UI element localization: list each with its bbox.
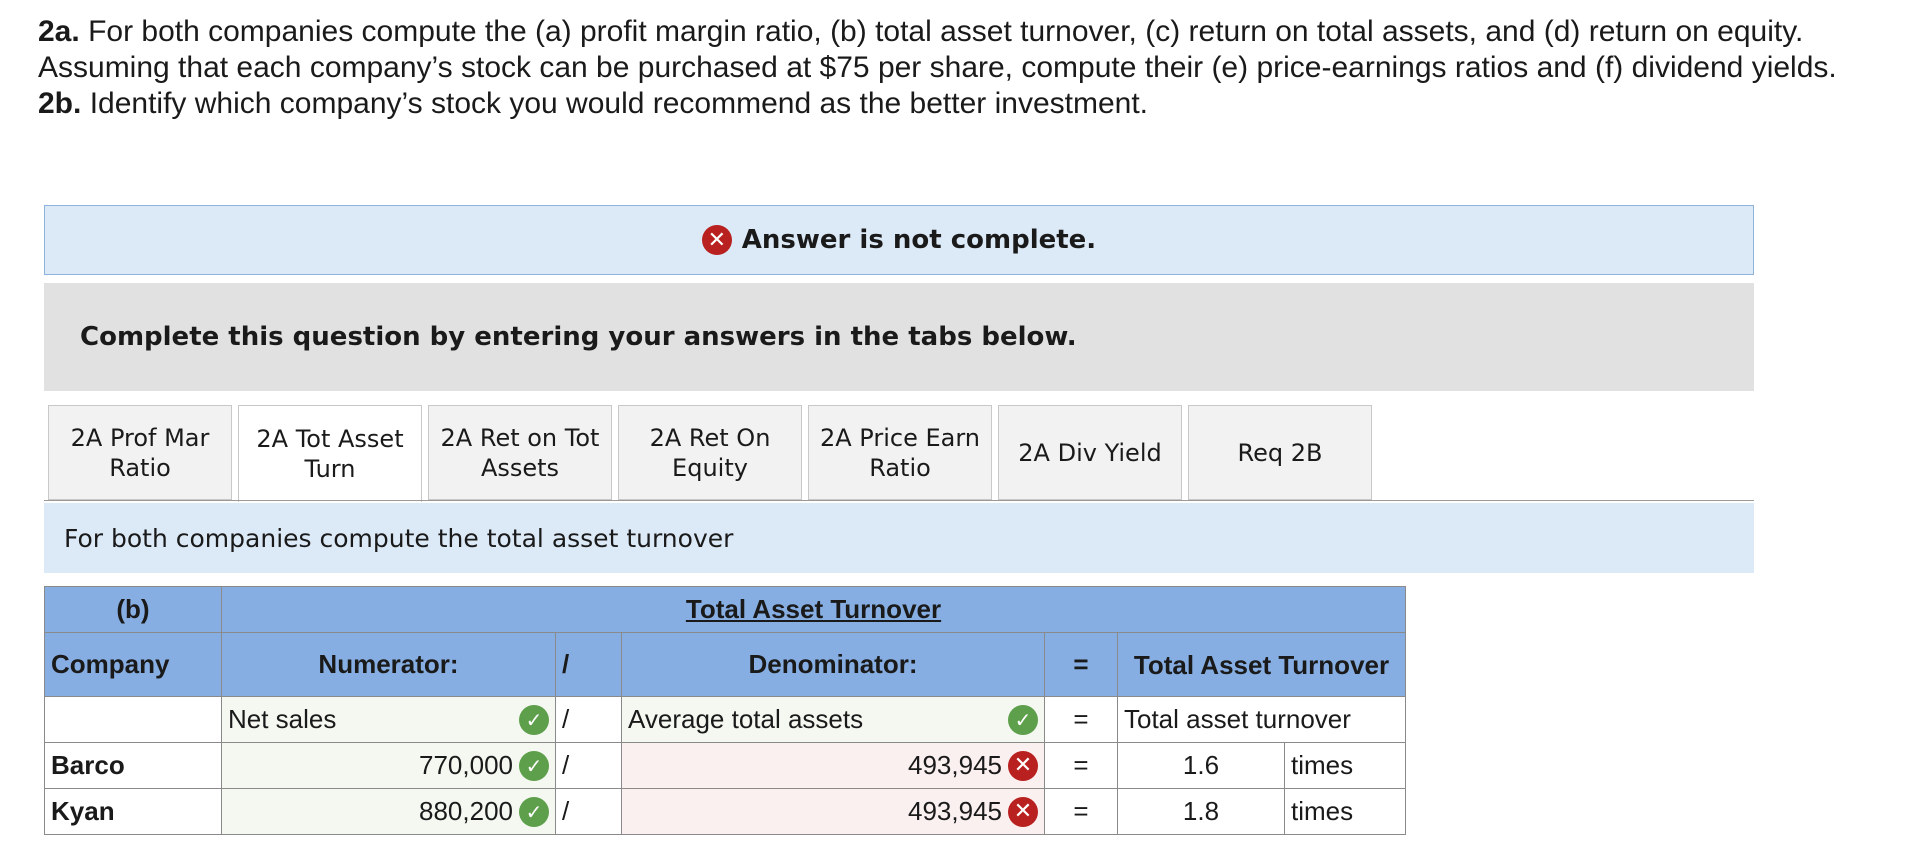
tab-2a-div-yield[interactable]: 2A Div Yield: [998, 405, 1182, 500]
table-title-text: Total Asset Turnover: [685, 594, 942, 624]
tab-label: 2A Price Earn Ratio: [819, 423, 981, 482]
result-value[interactable]: 1.6: [1117, 742, 1285, 789]
tab-description-text: For both companies compute the total ass…: [64, 523, 734, 553]
unit-label: times: [1284, 788, 1406, 835]
numerator-value: 770,000: [419, 750, 513, 780]
header-denominator: Denominator:: [621, 632, 1045, 697]
instruction-text: Complete this question by entering your …: [80, 322, 1077, 352]
divide-sign: /: [555, 788, 622, 835]
tab-label: 2A Tot Asset Turn: [256, 425, 404, 483]
tab-description: For both companies compute the total ass…: [44, 503, 1754, 573]
error-x-icon: ✕: [1008, 750, 1038, 781]
denominator-input[interactable]: 493,945 ✕: [621, 788, 1045, 835]
tab-req-2b[interactable]: Req 2B: [1188, 405, 1372, 500]
error-x-icon: ✕: [1008, 796, 1038, 827]
numerator-label: Net sales: [228, 704, 337, 734]
check-icon: ✓: [519, 704, 549, 735]
check-icon: ✓: [519, 750, 549, 781]
tab-label: 2A Ret On Equity: [649, 423, 771, 482]
asset-turnover-table: (b) Total Asset Turnover Company Numerat…: [44, 586, 1406, 835]
equals-sign: =: [1044, 788, 1118, 835]
question-2a-text: For both companies compute the (a) profi…: [38, 15, 1837, 84]
denominator-label-field[interactable]: Average total assets ✓: [621, 696, 1045, 743]
tab-2a-prof-mar-ratio[interactable]: 2A Prof Mar Ratio: [48, 405, 232, 500]
equals-sign: =: [1044, 696, 1118, 743]
tab-2a-ret-on-tot-assets[interactable]: 2A Ret on Tot Assets: [428, 405, 612, 500]
denominator-label: Average total assets: [628, 704, 864, 734]
error-x-icon: ✕: [701, 225, 732, 255]
tab-label: 2A Ret on Tot Assets: [440, 423, 600, 482]
question-2b: 2b. Identify which company’s stock you w…: [38, 86, 1898, 122]
header-numerator: Numerator:: [221, 632, 556, 697]
question-2a-label: 2a.: [38, 15, 80, 48]
table-row: Net sales ✓ / Average total assets ✓ = Tot…: [44, 696, 1406, 743]
equals-sign: =: [1044, 742, 1118, 789]
question-2b-text: Identify which company’s stock you would…: [89, 87, 1148, 120]
tab-label: Req 2B: [1237, 438, 1323, 467]
numerator-label-field[interactable]: Net sales ✓: [221, 696, 556, 743]
instruction-box: Complete this question by entering your …: [44, 283, 1754, 391]
result-label: Total asset turnover: [1117, 696, 1406, 743]
answer-status-text: Answer is not complete.: [741, 225, 1097, 255]
unit-label: times: [1284, 742, 1406, 789]
tab-2a-ret-on-equity[interactable]: 2A Ret On Equity: [618, 405, 802, 500]
header-divide: /: [555, 632, 622, 697]
numerator-input[interactable]: 770,000 ✓: [221, 742, 556, 789]
question-2a: 2a. For both companies compute the (a) p…: [38, 14, 1898, 86]
header-equals: =: [1044, 632, 1118, 697]
numerator-value: 880,200: [419, 796, 513, 826]
part-label: (b): [44, 586, 222, 633]
check-icon: ✓: [519, 796, 549, 827]
company-name: Barco: [44, 742, 222, 789]
tab-2a-tot-asset-turn[interactable]: 2A Tot Asset Turn: [238, 405, 422, 502]
question-2b-label: 2b.: [38, 87, 82, 120]
header-result: Total Asset Turnover: [1117, 632, 1406, 697]
divide-sign: /: [555, 696, 622, 743]
company-name: Kyan: [44, 788, 222, 835]
table-row: Barco 770,000 ✓ / 493,945 ✕ = 1.6 times: [44, 742, 1406, 789]
numerator-input[interactable]: 880,200 ✓: [221, 788, 556, 835]
tab-2a-price-earn-ratio[interactable]: 2A Price Earn Ratio: [808, 405, 992, 500]
answer-status-banner: ✕ Answer is not complete.: [44, 205, 1754, 275]
tab-bar: 2A Prof Mar Ratio 2A Tot Asset Turn 2A R…: [48, 405, 1372, 502]
tab-label: 2A Prof Mar Ratio: [70, 423, 210, 482]
tab-label: 2A Div Yield: [1018, 438, 1162, 467]
divide-sign: /: [555, 742, 622, 789]
table-title: Total Asset Turnover: [221, 586, 1406, 633]
table-row: Kyan 880,200 ✓ / 493,945 ✕ = 1.8 times: [44, 788, 1406, 835]
check-icon: ✓: [1008, 704, 1038, 735]
result-value[interactable]: 1.8: [1117, 788, 1285, 835]
question-text: 2a. For both companies compute the (a) p…: [38, 14, 1898, 122]
denominator-value: 493,945: [908, 796, 1002, 826]
denominator-input[interactable]: 493,945 ✕: [621, 742, 1045, 789]
denominator-value: 493,945: [908, 750, 1002, 780]
company-cell-empty: [44, 696, 222, 743]
tab-divider: [44, 500, 1754, 501]
header-company: Company: [44, 632, 222, 697]
